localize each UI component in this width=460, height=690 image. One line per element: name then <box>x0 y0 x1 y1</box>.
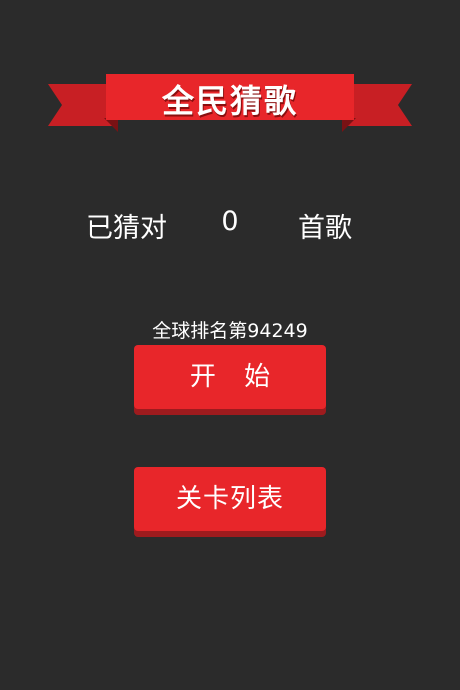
score-count: 0 <box>221 206 239 237</box>
global-rank-text: 全球排名第94249 <box>152 320 308 342</box>
score-row: 已猜对 0 首歌 <box>0 206 460 246</box>
start-button[interactable]: 开 始 <box>134 345 326 409</box>
app-title: 全民猜歌 <box>161 82 298 120</box>
level-list-button[interactable]: 关卡列表 <box>134 467 326 531</box>
level-list-button-label: 关卡列表 <box>175 484 284 514</box>
score-prefix-label: 已猜对 <box>86 213 167 244</box>
score-suffix-label: 首歌 <box>298 213 352 244</box>
start-button-label: 开 始 <box>189 362 281 392</box>
